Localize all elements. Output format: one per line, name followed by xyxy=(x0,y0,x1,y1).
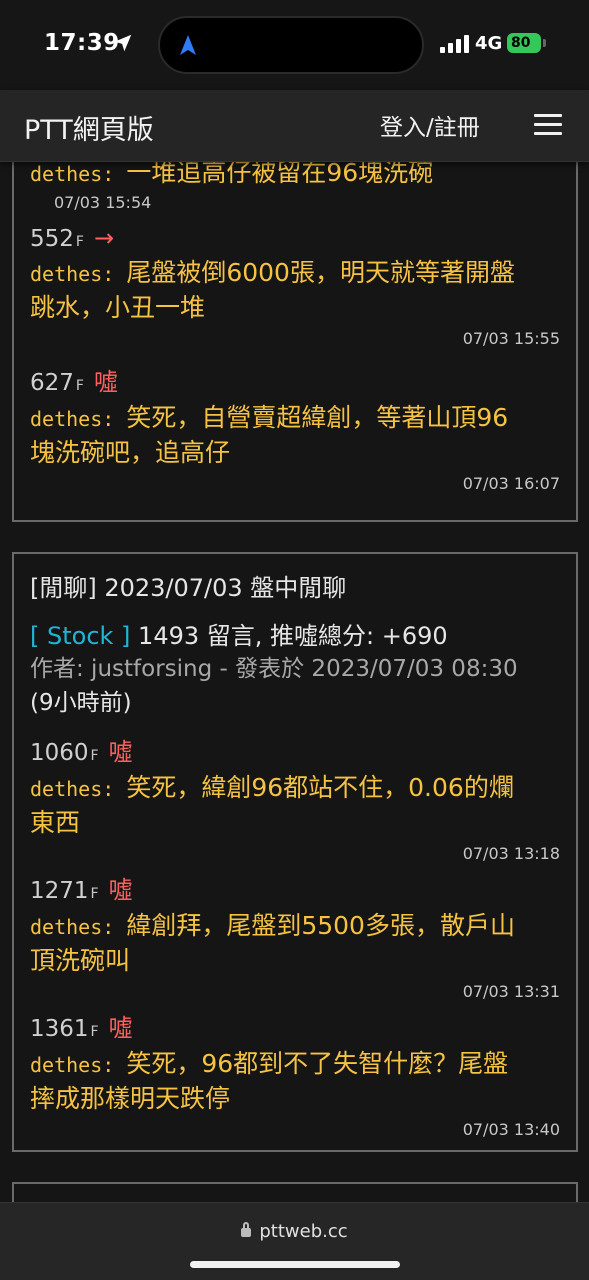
comment-time: 07/03 16:07 xyxy=(462,474,560,493)
network-type: 4G xyxy=(475,33,503,54)
url-display[interactable]: pttweb.cc xyxy=(0,1221,589,1242)
status-bar: 17:39 4G 80 xyxy=(0,0,589,90)
url-text: pttweb.cc xyxy=(259,1221,348,1242)
comment-text: 頂洗碗叫 xyxy=(30,946,131,975)
post-meta: [ Stock ] 1493 留言, 推噓總分: +690 xyxy=(30,616,448,651)
lock-icon xyxy=(241,1222,252,1237)
comment-time: 07/03 13:18 xyxy=(462,844,560,863)
hamburger-menu-icon[interactable] xyxy=(534,114,562,136)
comment-floor: 627 xyxy=(30,370,74,396)
post-card[interactable]: [閒聊] 2023/07/03 盤中閒聊 [ Stock ] 1493 留言, … xyxy=(12,552,578,1152)
site-header: PTT網頁版 登入/註冊 xyxy=(0,90,589,162)
comment-text: 塊洗碗吧，追高仔 xyxy=(30,438,231,467)
comment-item: 627 F 噓 dethes: 笑死，自營賣超緯創，等著山頂96 塊洗碗吧，追高仔 … xyxy=(30,368,560,493)
comment-time: 07/03 15:54 xyxy=(54,193,152,212)
board-tag[interactable]: [ Stock ] xyxy=(30,622,130,650)
comment-item: 552 F → dethes: 尾盤被倒6000張，明天就等著開盤 跳水，小丑一堆 … xyxy=(30,224,560,348)
comment-user[interactable]: dethes xyxy=(30,162,102,186)
comment-item: dethes: 一堆追高仔被留在96塊洗碗 07/03 15:54 xyxy=(30,162,560,212)
navigation-arrow-icon xyxy=(180,35,196,55)
comment-user[interactable]: dethes xyxy=(30,1053,102,1077)
comment-floor: 1271 xyxy=(30,878,89,904)
comment-item: 1271 F 噓 dethes: 緯創拜，尾盤到5500多張，散戶山 頂洗碗叫 07… xyxy=(30,876,560,1001)
comment-tag-boo: 噓 xyxy=(93,368,118,396)
comment-text: 笑死，緯創96都站不住，0.06的爛 xyxy=(126,773,514,802)
comment-text: 緯創拜，尾盤到5500多張，散戶山 xyxy=(126,911,515,940)
comment-item: 1060 F 噓 dethes: 笑死，緯創96都站不住，0.06的爛 東西 07/… xyxy=(30,738,560,863)
cellular-signal-icon xyxy=(440,35,469,53)
post-card[interactable]: dethes: 一堆追高仔被留在96塊洗碗 07/03 15:54 552 F → … xyxy=(12,162,578,522)
post-author: 作者: justforsing - 發表於 2023/07/03 08:30 (9… xyxy=(30,652,570,720)
comment-text: 跳水，小丑一堆 xyxy=(30,293,206,322)
comment-text: 一堆追高仔被留在96塊洗碗 xyxy=(126,162,434,187)
battery-tip xyxy=(543,39,546,47)
site-brand[interactable]: PTT網頁版 xyxy=(24,108,154,147)
battery-icon: 80 xyxy=(507,33,541,53)
location-arrow-icon xyxy=(114,34,132,52)
comment-text: 笑死，自營賣超緯創，等著山頂96 xyxy=(126,403,509,432)
comment-tag-boo: 噓 xyxy=(108,738,133,766)
comment-user[interactable]: dethes xyxy=(30,915,102,939)
comment-floor: 1060 xyxy=(30,740,89,766)
comment-tag-boo: 噓 xyxy=(108,876,133,904)
comment-user[interactable]: dethes xyxy=(30,262,102,286)
comment-item: 1361 F 噓 dethes: 笑死，96都到不了失智什麼？尾盤 摔成那樣明天跌停… xyxy=(30,1014,560,1139)
post-author-line: 作者: justforsing - 發表於 2023/07/03 08:30 xyxy=(30,656,518,682)
comment-text: 摔成那樣明天跌停 xyxy=(30,1084,231,1113)
home-indicator[interactable] xyxy=(190,1261,400,1268)
comment-text: 尾盤被倒6000張，明天就等著開盤 xyxy=(126,258,515,287)
comment-floor: 552 xyxy=(30,226,74,252)
post-card[interactable] xyxy=(12,1182,578,1202)
post-stats: 1493 留言, 推噓總分: +690 xyxy=(138,622,448,650)
comment-time: 07/03 13:40 xyxy=(462,1120,560,1139)
browser-address-bar[interactable]: pttweb.cc xyxy=(0,1202,589,1280)
comment-user[interactable]: dethes xyxy=(30,777,102,801)
comment-floor: 1361 xyxy=(30,1016,89,1042)
login-register-link[interactable]: 登入/註冊 xyxy=(380,108,480,142)
comment-time: 07/03 15:55 xyxy=(462,329,560,348)
post-ago: (9小時前) xyxy=(30,690,132,716)
comment-time: 07/03 13:31 xyxy=(462,982,560,1001)
comment-tag-boo: 噓 xyxy=(108,1014,133,1042)
battery-level: 80 xyxy=(511,35,531,51)
comment-text: 東西 xyxy=(30,808,81,837)
comment-user[interactable]: dethes xyxy=(30,407,102,431)
status-time: 17:39 xyxy=(44,30,120,56)
content-area: dethes: 一堆追高仔被留在96塊洗碗 07/03 15:54 552 F → … xyxy=(0,162,589,1202)
post-title[interactable]: [閒聊] 2023/07/03 盤中閒聊 xyxy=(30,568,346,603)
comment-tag-arrow: → xyxy=(93,224,115,252)
comment-text: 笑死，96都到不了失智什麼？尾盤 xyxy=(126,1049,509,1078)
